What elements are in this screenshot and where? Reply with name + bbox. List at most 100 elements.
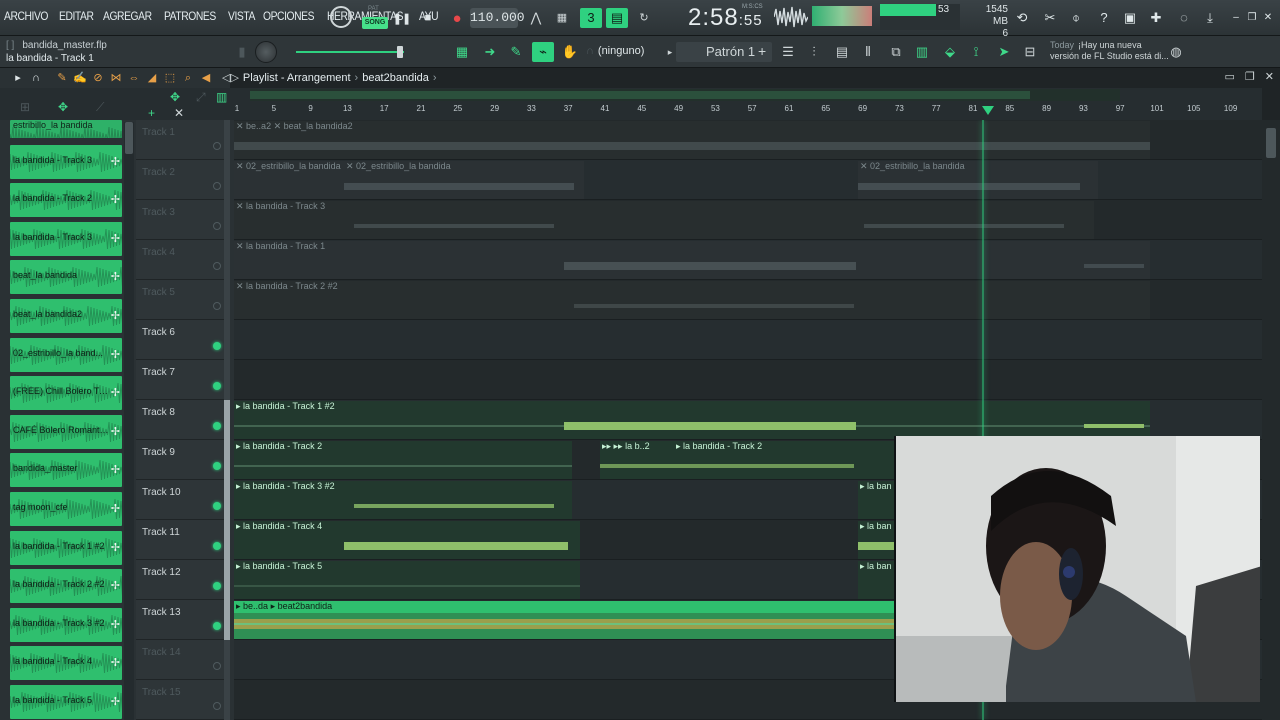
track-lane[interactable]	[234, 320, 1262, 360]
add-pattern-icon[interactable]: +	[758, 43, 766, 59]
clip-track8[interactable]: ▸ la bandida - Track 1 #2	[234, 401, 1150, 439]
link-icon[interactable]: ⌁	[532, 42, 554, 62]
clip-track4[interactable]: ✕ la bandida - Track 1	[234, 241, 1150, 279]
slip-icon[interactable]: ⇔	[126, 70, 142, 86]
track-resize-handle[interactable]	[224, 600, 230, 640]
arrangement-dropdown-icon[interactable]: ›	[433, 68, 437, 88]
picker-audio-icon[interactable]: ✥	[58, 100, 68, 114]
menu-opciones[interactable]: OPCIONES	[263, 9, 314, 23]
bar-ruler[interactable]: 1 5 9 13 17 21 25 29 33 37 41 45 49 53 57 61 65 69 73 77 81 8…	[234, 102, 1262, 120]
drag-handle-icon[interactable]: ✢	[111, 463, 120, 476]
playback-icon[interactable]: ◀	[198, 70, 214, 86]
track-resize-handle[interactable]	[224, 400, 230, 440]
track-zoom-icon[interactable]: ⤢	[196, 90, 206, 105]
track-header[interactable]: Track 10	[136, 480, 230, 520]
drag-handle-icon[interactable]: ✢	[111, 232, 120, 245]
picker-clip[interactable]: la bandida - Track 4 ✢	[10, 646, 122, 681]
track-name[interactable]: Track 10	[142, 487, 181, 498]
step-edit-icon[interactable]: ▤	[606, 8, 628, 28]
drag-handle-icon[interactable]: ✢	[111, 695, 120, 708]
track-enable-led[interactable]	[213, 702, 221, 710]
metronome-icon[interactable]: ⋀	[526, 8, 546, 28]
track-header[interactable]: Track 12	[136, 560, 230, 600]
record-button[interactable]: ●	[447, 8, 467, 28]
plugin-icon[interactable]: ✚	[1146, 8, 1166, 28]
picker-clip[interactable]: tag moon_cfe ✢	[10, 492, 122, 526]
picker-clip[interactable]: bandida_master ✢	[10, 453, 122, 488]
magnet-snap-icon[interactable]: ∩	[28, 70, 44, 86]
playlist-scrollbar[interactable]	[1262, 120, 1280, 720]
track-resize-handle[interactable]	[224, 120, 230, 160]
clip-track1[interactable]: ✕ be..a2 ✕ beat_la bandida2	[234, 121, 1150, 159]
track-resize-handle[interactable]	[224, 360, 230, 400]
picker-clip[interactable]: la bandida - Track 2 ✢	[10, 183, 122, 218]
track-name[interactable]: Track 8	[142, 407, 175, 418]
track-name[interactable]: Track 2	[142, 167, 175, 178]
track-header[interactable]: Track 6	[136, 320, 230, 360]
send-icon[interactable]: ➤	[994, 42, 1014, 62]
clip-track12-b[interactable]: ▸ la ban	[858, 561, 898, 599]
paint-icon[interactable]: ✍	[72, 70, 88, 86]
track-name[interactable]: Track 7	[142, 367, 175, 378]
menu-vista[interactable]: VISTA	[228, 9, 255, 23]
drag-handle-icon[interactable]: ✢	[111, 193, 120, 206]
playlist-minimize-icon[interactable]: ▭	[1225, 70, 1235, 83]
slice-icon[interactable]: ◢	[144, 70, 160, 86]
plugin-db-icon[interactable]: ▥	[912, 42, 932, 62]
track-lane[interactable]	[234, 360, 1262, 400]
track-enable-led[interactable]	[213, 542, 221, 550]
close-tracks-icon[interactable]: ✕	[174, 106, 184, 120]
menu-archivo[interactable]: ARCHIVO	[4, 9, 48, 23]
snap-selector[interactable]: ∩ (ninguno)	[586, 42, 658, 60]
stop-button[interactable]: ■	[418, 8, 438, 28]
picker-clip[interactable]: la bandida - Track 2 #2 ✢	[10, 569, 122, 604]
track-resize-handle[interactable]	[224, 320, 230, 360]
picker-clip[interactable]: CAFÉ Bolero Romanti... ✢	[10, 414, 122, 449]
tempo-display[interactable]: 110.000	[470, 8, 525, 28]
clip-track9-a[interactable]: ▸ la bandida - Track 2	[234, 441, 572, 479]
clip-track11-a[interactable]: ▸ la bandida - Track 4	[234, 521, 580, 559]
channel-rack-icon[interactable]: ▤	[832, 42, 852, 62]
track-enable-led[interactable]	[213, 302, 221, 310]
playlist-overview[interactable]	[250, 89, 1120, 101]
clip-track10-a[interactable]: ▸ la bandida - Track 3 #2	[234, 481, 572, 519]
mute-icon[interactable]: ⋈	[108, 70, 124, 86]
track-name[interactable]: Track 14	[142, 647, 181, 658]
pattern-selector[interactable]: Patrón 1 +	[676, 42, 772, 62]
clip-track12-a[interactable]: ▸ la bandida - Track 5	[234, 561, 580, 599]
countdown-icon[interactable]: 3	[580, 8, 602, 28]
track-name[interactable]: Track 1	[142, 127, 175, 138]
menu-patrones[interactable]: PATRONES	[164, 9, 216, 23]
drag-handle-icon[interactable]: ✢	[111, 270, 120, 283]
drag-handle-icon[interactable]: ✢	[111, 155, 120, 168]
picker-automation-icon[interactable]: ⟋	[96, 100, 104, 115]
song-pattern-toggle[interactable]: PAT SONG	[362, 5, 388, 31]
track-name[interactable]: Track 13	[142, 607, 181, 618]
track-enable-led[interactable]	[213, 502, 221, 510]
track-enable-led[interactable]	[213, 142, 221, 150]
download-icon[interactable]: ⤓	[1200, 8, 1220, 28]
track-resize-handle[interactable]	[224, 280, 230, 320]
save-icon[interactable]: ▣	[1120, 8, 1140, 28]
piano-roll-icon[interactable]: ▦	[452, 42, 472, 62]
master-pitch-knob[interactable]	[255, 41, 277, 63]
drag-handle-icon[interactable]: ✢	[111, 618, 120, 631]
picker-clip[interactable]: beat_la bandida2 ✢	[10, 299, 122, 333]
track-resize-handle[interactable]	[224, 200, 230, 240]
track-header[interactable]: Track 14	[136, 640, 230, 680]
picker-clip[interactable]: (FREE) Chill Bolero Ty... ✢	[10, 376, 122, 411]
piano-icon[interactable]: ⦀	[858, 42, 878, 62]
title-arrows-icon[interactable]: ◁▷	[222, 68, 239, 88]
clip-track3[interactable]: ✕ la bandida - Track 3	[234, 201, 1094, 239]
globe-icon[interactable]: ◍	[1166, 42, 1186, 62]
mic-icon[interactable]: ⌽	[1066, 8, 1086, 28]
brush-icon[interactable]: ✎	[506, 42, 526, 62]
clip-track13[interactable]: ▸ be..da ▸ beat2bandida	[234, 601, 898, 639]
track-name[interactable]: Track 11	[142, 527, 180, 538]
track-enable-led[interactable]	[213, 462, 221, 470]
news-panel[interactable]: Today ¡Hay una nueva versión de FL Studio…	[1050, 40, 1170, 62]
picker-clip[interactable]: la bandida - Track 1 #2 ✢	[10, 530, 122, 565]
playlist-icon[interactable]: ☰	[778, 42, 798, 62]
picker-clip[interactable]: 02_estribillo_la band... ✢	[10, 337, 122, 372]
track-header[interactable]: Track 11	[136, 520, 230, 560]
